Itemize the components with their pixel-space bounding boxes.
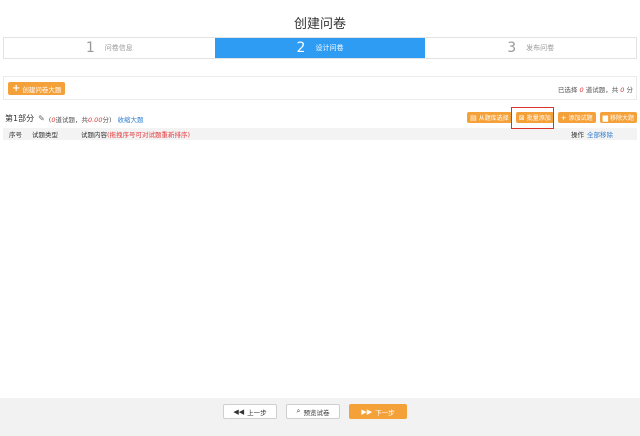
col-content-hint: (拖拽序号可对试题重新排序)	[107, 131, 191, 139]
step-number: 2	[296, 40, 306, 56]
remove-section-button[interactable]: ▆ 移除大题	[599, 112, 637, 123]
preview-button[interactable]: ⌕ 预览试卷	[286, 404, 340, 419]
col-op: 操作 全部移除	[571, 129, 613, 139]
questionnaire-toolbar: + 创建问卷大题 已选择 0 道试题，共 0 分	[3, 76, 637, 100]
selected-summary: 已选择 0 道试题，共 0 分	[558, 84, 633, 94]
section-meta: (0道试题，共0.00分)	[49, 114, 112, 124]
col-type: 试题类型	[32, 131, 58, 139]
step-label: 发布问卷	[526, 44, 555, 52]
prev-step-button[interactable]: ◀◀ 上一步	[223, 404, 277, 419]
next-step-button[interactable]: ▶▶ 下一步	[349, 404, 407, 419]
step-1-question-info[interactable]: 1 问卷信息	[4, 38, 215, 58]
rewind-icon: ◀◀	[233, 407, 245, 416]
selected-prefix: 已选择	[557, 86, 578, 94]
col-content-label: 试题内容	[81, 131, 107, 139]
next-step-label: 下一步	[375, 408, 395, 417]
collapse-section-link[interactable]: 收缩大题	[118, 114, 144, 124]
add-question-button[interactable]: + 添加试题	[557, 112, 596, 123]
plus-icon: +	[560, 113, 567, 122]
step-label: 设计问卷	[315, 44, 344, 52]
search-icon: ⌕	[296, 407, 301, 415]
add-question-label: 添加试题	[568, 115, 593, 122]
step-label: 问卷信息	[104, 44, 133, 52]
pencil-icon[interactable]: ✎	[38, 114, 45, 123]
step-number: 3	[507, 40, 517, 56]
remove-section-label: 移除大题	[609, 115, 634, 122]
remove-all-link[interactable]: 全部移除	[587, 131, 613, 139]
question-table-header: 序号 试题类型 试题内容(拖拽序号可对试题重新排序) 操作 全部移除	[3, 128, 637, 140]
section-title: 第1部分	[5, 114, 35, 123]
step-2-design-questionnaire[interactable]: 2 设计问卷	[214, 38, 426, 58]
selected-mid: 道试题，共	[585, 86, 619, 94]
selected-suffix: 分	[626, 86, 634, 94]
selected-score: 0	[620, 86, 625, 94]
col-content: 试题内容(拖拽序号可对试题重新排序)	[81, 129, 190, 139]
create-section-button[interactable]: + 创建问卷大题	[8, 82, 66, 95]
prev-step-label: 上一步	[247, 408, 267, 417]
plus-icon: +	[12, 82, 21, 94]
trash-icon: ▆	[602, 113, 608, 122]
col-op-label: 操作	[571, 131, 584, 139]
preview-label: 预览试卷	[303, 408, 330, 417]
meta-mid: 道试题，共	[55, 115, 88, 124]
footer-bar: ◀◀ 上一步 ⌕ 预览试卷 ▶▶ 下一步	[0, 398, 640, 436]
meta-close: 分)	[102, 115, 112, 124]
select-from-bank-label: 从题库选择	[478, 115, 509, 122]
step-number: 1	[85, 40, 95, 56]
create-section-label: 创建问卷大题	[22, 85, 62, 94]
selected-count: 0	[579, 86, 584, 94]
step-3-publish[interactable]: 3 发布问卷	[425, 38, 636, 58]
forward-icon: ▶▶	[361, 407, 373, 416]
select-from-bank-button[interactable]: ▤ 从题库选择	[467, 112, 512, 123]
page-title: 创建问卷	[293, 17, 346, 32]
col-seq: 序号	[9, 131, 22, 139]
step-progress-bar: 1 问卷信息 2 设计问卷 3 发布问卷	[3, 37, 637, 59]
database-icon: ▤	[470, 113, 477, 122]
section-title-row: 第1部分 ✎ (0道试题，共0.00分) 收缩大题	[5, 113, 144, 124]
batch-add-highlight-box	[511, 107, 554, 129]
section-score: 0.00	[87, 115, 103, 124]
